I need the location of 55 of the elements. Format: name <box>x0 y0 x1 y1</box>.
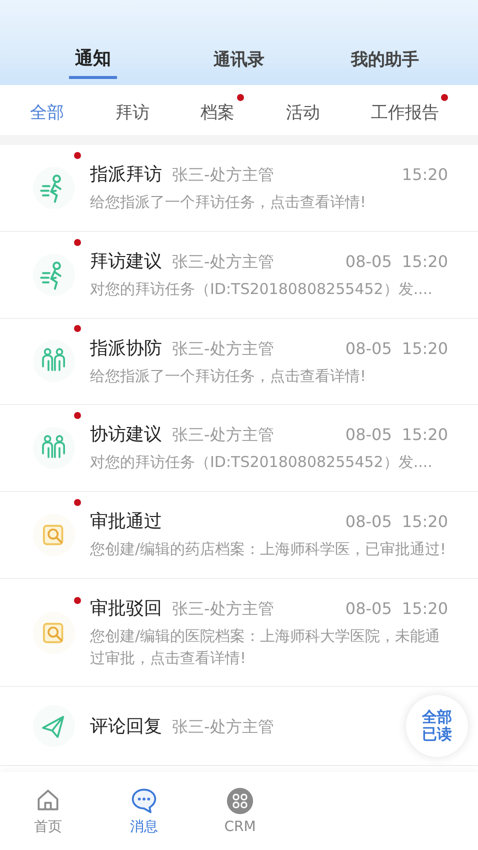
message-row[interactable]: 审批驳回 张三-处方主管 08-05 15:20 您创建/编辑的医院档案：上海师科大学医院，未能通过审批，点击查看详情! <box>0 578 478 688</box>
message-row[interactable]: 指派拜访 张三-处方主管 15:20 给您指派了一个拜访任务，点击查看详情! <box>0 145 478 232</box>
filter-tab[interactable]: 拜访 <box>115 92 158 128</box>
message-row[interactable]: 协访建议 张三-处方主管 08-05 15:20 对您的拜访任务（ID:TS20180808255452）发.... <box>0 405 478 492</box>
two-people-icon <box>32 426 76 470</box>
message-row[interactable]: 审批通过 08-05 15:20 您创建/编辑的药店档案：上海师科学医，已审批通过! <box>0 492 478 579</box>
grid-icon <box>226 787 254 815</box>
message-time: 15:20 <box>402 425 448 444</box>
message-time: 15:20 <box>402 338 448 358</box>
top-tab[interactable]: 通讯录 <box>208 47 270 85</box>
message-text: 对您的拜访任务（ID:TS20180808255452）发.... <box>90 452 434 474</box>
filter-tab[interactable]: 活动 <box>286 92 329 128</box>
message-row[interactable]: 拜访建议 张三-处方主管 08-05 15:20 对您的拜访任务（ID:TS20180808255452）发.... <box>0 232 478 318</box>
chat-bubble-icon <box>130 786 158 814</box>
message-text: 对您的拜访任务（ID:TS20180808255452）发.... <box>90 278 434 300</box>
message-date: 08-05 <box>345 252 392 271</box>
message-time: 15:20 <box>402 165 448 184</box>
message-sender: 张三-处方主管 <box>172 165 274 186</box>
running-figure-icon <box>32 252 76 297</box>
message-title: 审批通过 <box>90 510 162 533</box>
message-text: 给您指派了一个拜访任务，点击查看详情! <box>90 192 368 213</box>
message-title: 拜访建议 <box>90 250 162 273</box>
running-figure-icon <box>32 166 76 210</box>
message-date: 08-05 <box>345 338 392 358</box>
filter-tab[interactable]: 工作报告 <box>371 92 448 128</box>
message-time: 15:20 <box>402 598 448 618</box>
message-sender: 张三-处方主管 <box>172 425 274 446</box>
message-row[interactable]: 指派协防 张三-处方主管 08-05 15:20 给您指派了一个拜访任务，点击查看详情! <box>0 318 478 406</box>
message-time: 15:20 <box>402 252 448 271</box>
nav-tab[interactable]: 消息 <box>96 772 192 850</box>
mark-all-read-button[interactable]: 全部已读 <box>406 695 468 757</box>
document-search-icon <box>32 512 76 557</box>
message-title: 指派拜访 <box>90 163 162 186</box>
message-date: 08-05 <box>345 512 392 531</box>
message-sender: 张三-处方主管 <box>172 598 274 620</box>
top-tab[interactable]: 我的助手 <box>345 47 425 85</box>
document-search-icon <box>32 610 76 654</box>
paper-plane-icon <box>32 704 76 748</box>
message-sender: 张三-处方主管 <box>172 338 274 360</box>
message-date: 08-05 <box>345 598 392 618</box>
message-text: 您创建/编辑的药店档案：上海师科学医，已审批通过! <box>90 539 448 560</box>
message-date: 08-05 <box>345 425 392 444</box>
filter-tab[interactable]: 全部 <box>30 92 73 128</box>
message-text: 您创建/编辑的医院档案：上海师科大学医院，未能通过审批，点击查看详情! <box>90 626 442 668</box>
message-time: 15:20 <box>402 512 448 531</box>
message-title: 协访建议 <box>90 423 162 446</box>
message-title: 审批驳回 <box>90 596 162 620</box>
message-sender: 张三-处方主管 <box>172 252 274 273</box>
message-title: 指派协防 <box>90 336 162 360</box>
two-people-icon <box>32 339 76 384</box>
message-text: 给您指派了一个拜访任务，点击查看详情! <box>90 366 368 386</box>
message-sender: 张三-处方主管 <box>172 717 274 738</box>
filter-tab[interactable]: 档案 <box>200 92 244 128</box>
message-title: 评论回复 <box>90 715 162 738</box>
top-tab[interactable]: 通知 <box>69 45 117 79</box>
